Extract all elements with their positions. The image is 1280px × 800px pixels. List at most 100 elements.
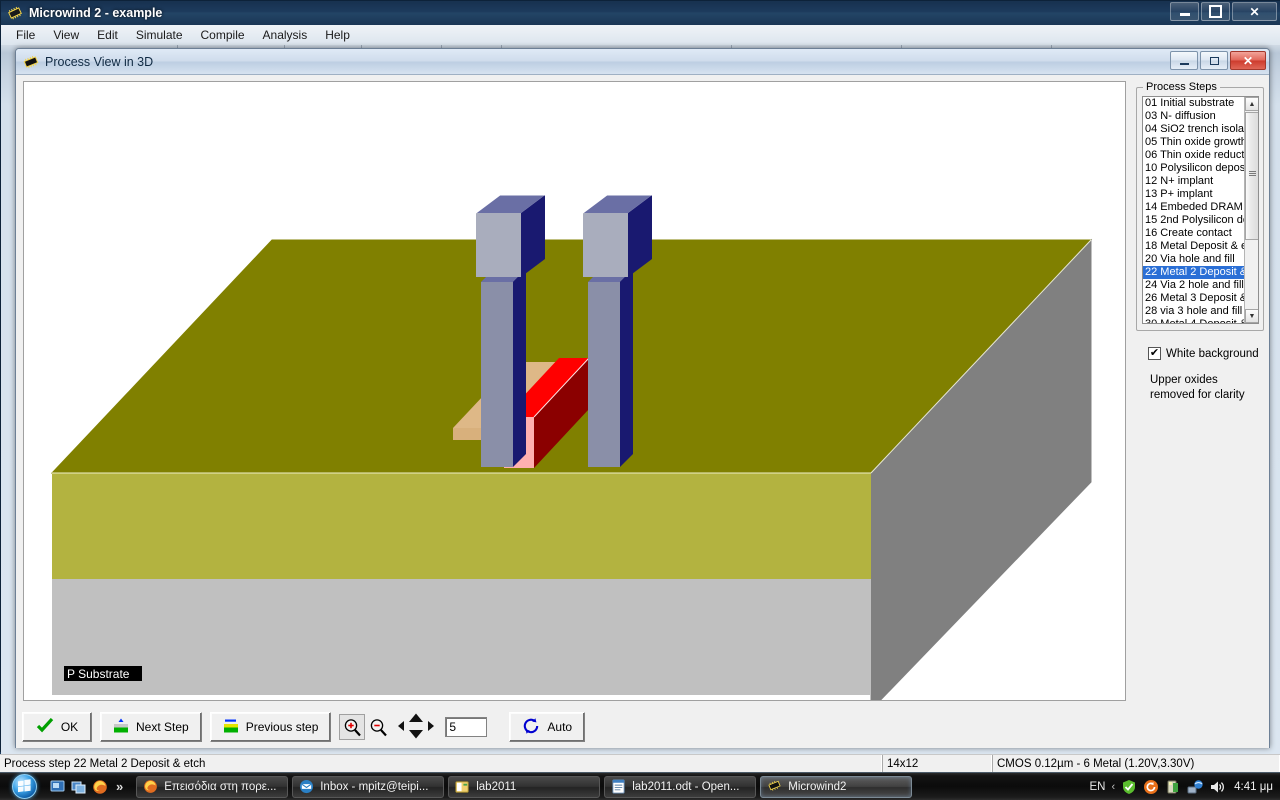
process-step-item[interactable]: 05 Thin oxide growth [1143, 136, 1258, 149]
process-steps-list[interactable]: 01 Initial substrate 03 N- diffusion 04 Si… [1142, 96, 1259, 324]
scroll-down-arrow-icon[interactable]: ▼ [1245, 309, 1258, 323]
oxide-front-face [52, 473, 871, 579]
taskbar-task-button[interactable]: lab2011 [448, 775, 601, 798]
white-background-checkbox[interactable]: ✔ [1148, 347, 1161, 360]
auto-button-label: Auto [547, 720, 573, 734]
scroll-up-arrow-icon[interactable]: ▲ [1245, 97, 1258, 111]
chip-icon [22, 55, 40, 69]
close-button[interactable] [1232, 2, 1277, 21]
scrollbar-thumb[interactable] [1245, 112, 1258, 240]
child-titlebar[interactable]: Process View in 3D ✕ [16, 49, 1269, 75]
child-close-button[interactable]: ✕ [1230, 51, 1266, 70]
child-maximize-button[interactable] [1200, 51, 1228, 70]
zoom-out-button[interactable] [365, 714, 392, 740]
child-window-body: P Substrate Process Steps 01 Initial sub… [16, 75, 1269, 748]
process-step-item[interactable]: 18 Metal Deposit & et [1143, 240, 1258, 253]
process-step-item[interactable]: 16 Create contact [1143, 227, 1258, 240]
child-minimize-button[interactable] [1170, 51, 1198, 70]
process-step-item[interactable]: 24 Via 2 hole and fill [1143, 279, 1258, 292]
arrow-down-icon [409, 730, 424, 739]
taskbar-task-button[interactable]: Inbox - mpitz@teipi... [292, 775, 445, 798]
taskbar-task-button[interactable]: Επεισόδια στη πορε... [136, 775, 289, 798]
taskbar-task-label: Επεισόδια στη πορε... [164, 780, 277, 793]
pan-down-button[interactable] [408, 728, 424, 742]
next-step-button[interactable]: Next Step [100, 712, 202, 742]
auto-button[interactable]: Auto [509, 712, 586, 742]
scrollbar-grip-icon [1249, 171, 1256, 177]
firefox-icon [143, 779, 158, 794]
menu-item-simulate[interactable]: Simulate [127, 26, 192, 44]
process-step-item[interactable]: 12 N+ implant [1143, 175, 1258, 188]
main-titlebar[interactable]: Microwind 2 - example [1, 1, 1280, 25]
process-step-item[interactable]: 10 Polysilicon deposit [1143, 162, 1258, 175]
mail-icon [299, 779, 314, 794]
process-step-item[interactable]: 01 Initial substrate [1143, 97, 1258, 110]
process-step-item[interactable]: 13 P+ implant [1143, 188, 1258, 201]
arrow-up-icon [409, 713, 424, 722]
right-pillar-inner [620, 269, 633, 465]
start-orb-icon [11, 774, 37, 799]
menu-item-file[interactable]: File [7, 26, 44, 44]
next-step-icon [113, 718, 129, 737]
taskbar-task-button[interactable]: Microwind2 [760, 775, 913, 798]
switch-window-icon[interactable] [71, 779, 87, 795]
taskbar-task-button[interactable]: lab2011.odt - Open... [604, 775, 757, 798]
process-steps-scrollbar[interactable]: ▲ ▼ [1244, 97, 1258, 323]
white-background-option[interactable]: ✔ White background [1148, 347, 1259, 360]
ok-button[interactable]: OK [22, 712, 92, 742]
status-grid: 14x12 [882, 754, 992, 773]
process-step-item[interactable]: 06 Thin oxide reductio [1143, 149, 1258, 162]
process-step-item[interactable]: 20 Via hole and fill [1143, 253, 1258, 266]
zoom-in-icon [344, 718, 361, 736]
arrow-left-icon [398, 720, 405, 731]
update-orange-icon[interactable] [1143, 779, 1159, 795]
tray-clock[interactable]: 4:41 μμ [1234, 781, 1273, 793]
shield-green-icon[interactable] [1121, 779, 1137, 795]
tray-expand-chevron[interactable]: ‹ [1111, 781, 1115, 793]
quick-launch-bar: » [46, 779, 132, 795]
process-3d-canvas[interactable]: P Substrate [23, 81, 1126, 701]
writer-icon [611, 779, 626, 794]
process-step-item[interactable]: 14 Embeded DRAM [1143, 201, 1258, 214]
next-step-button-label: Next Step [136, 720, 189, 734]
tray-language-indicator[interactable]: EN [1090, 781, 1106, 793]
process-step-item[interactable]: 04 SiO2 trench isolati [1143, 123, 1258, 136]
upper-oxides-note: Upper oxides removed for clarity [1150, 374, 1245, 401]
zoom-in-button[interactable] [339, 714, 366, 740]
previous-step-button[interactable]: Previous step [209, 712, 332, 742]
control-button-bar: OK Next Step Previous step 5 Auto [22, 709, 1265, 745]
process-step-item[interactable]: 15 2nd Polysilicon dep [1143, 214, 1258, 227]
start-button[interactable] [2, 774, 46, 800]
menu-item-help[interactable]: Help [316, 26, 359, 44]
process-step-item[interactable]: 28 via 3 hole and fill [1143, 305, 1258, 318]
volume-icon[interactable] [1209, 779, 1225, 795]
process-step-item[interactable]: 22 Metal 2 Deposit & [1143, 266, 1258, 279]
status-bar: Process step 22 Metal 2 Deposit & etch 1… [0, 754, 1280, 773]
main-window: Microwind 2 - example File View Edit Sim… [0, 0, 1280, 800]
network-icon[interactable] [1187, 779, 1203, 795]
pan-left-button[interactable] [397, 719, 406, 736]
menu-item-analysis[interactable]: Analysis [254, 26, 317, 44]
show-desktop-icon[interactable] [50, 779, 66, 795]
firefox-icon[interactable] [92, 779, 108, 795]
task-button-list: Επεισόδια στη πορε... Inbox - mpitz@teipi… [136, 775, 913, 798]
maximize-button[interactable] [1201, 2, 1230, 21]
status-technology: CMOS 0.12µm - 6 Metal (1.20V,3.30V) [992, 754, 1280, 773]
usb-icon[interactable] [1165, 779, 1181, 795]
ok-button-label: OK [60, 720, 79, 734]
process-step-item[interactable]: 03 N- diffusion [1143, 110, 1258, 123]
menu-item-compile[interactable]: Compile [192, 26, 254, 44]
zoom-value-input[interactable]: 5 [445, 717, 488, 737]
substrate-front-face [52, 579, 871, 695]
minimize-button[interactable] [1170, 2, 1199, 21]
pan-up-button[interactable] [408, 712, 424, 726]
process-step-item[interactable]: 26 Metal 3 Deposit & [1143, 292, 1258, 305]
quick-launch-overflow-chevron[interactable]: » [116, 779, 123, 794]
menu-item-view[interactable]: View [44, 26, 88, 44]
pan-vertical-group [408, 712, 424, 742]
taskbar-task-label: Microwind2 [788, 780, 847, 793]
process-step-item[interactable]: 30 Metal 4 Deposit & [1143, 318, 1258, 323]
menu-item-edit[interactable]: Edit [88, 26, 127, 44]
pan-right-button[interactable] [426, 719, 435, 736]
main-window-title: Microwind 2 - example [29, 6, 163, 20]
